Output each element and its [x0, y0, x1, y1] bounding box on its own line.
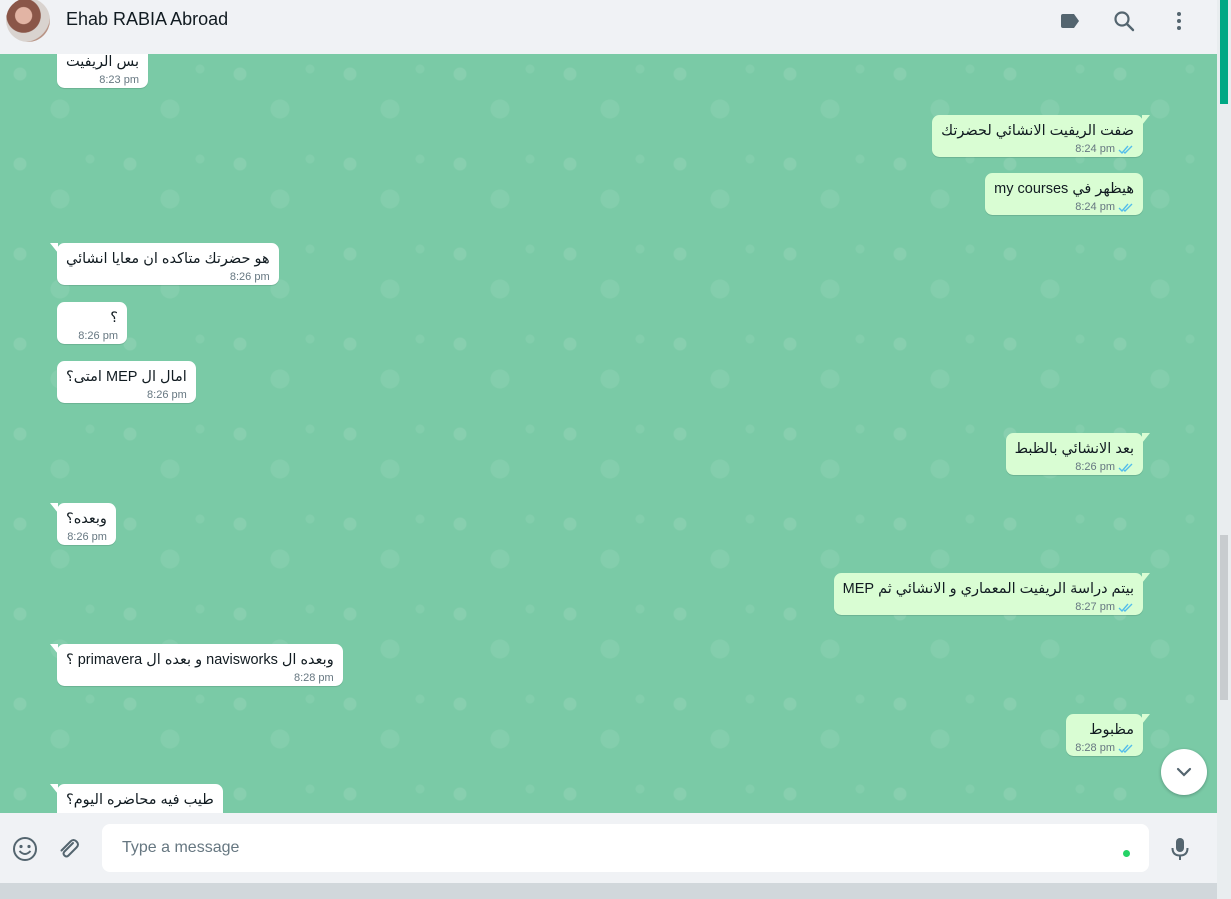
double-check-icon [1118, 603, 1133, 612]
message-time: 8:24 pm [1075, 143, 1115, 155]
message-bubble[interactable]: ؟ 8:26 pm [57, 302, 127, 344]
window-bottom-edge [0, 883, 1217, 899]
message-time: 8:26 pm [78, 330, 118, 342]
scrollbar-thumb[interactable] [1220, 0, 1228, 104]
message-time: 8:26 pm [67, 531, 107, 543]
message-time: 8:23 pm [99, 74, 139, 86]
double-check-icon [1118, 463, 1133, 472]
message-bubble[interactable]: بيتم دراسة الريفيت المعماري و الانشائي ث… [833, 573, 1150, 615]
message-text: هيظهر في my courses [994, 181, 1134, 197]
message-bubble[interactable]: بعد الانشائي بالظبط 8:26 pm [1005, 433, 1150, 475]
message-input[interactable] [102, 824, 1149, 872]
message-text: هو حضرتك متاكده ان معايا انشائي [66, 251, 270, 267]
message-text: ؟ [110, 310, 118, 326]
message-time: 8:27 pm [1075, 601, 1115, 613]
attach-icon[interactable] [55, 835, 83, 863]
message-text: بعد الانشائي بالظبط [1014, 441, 1134, 457]
scrollbar[interactable] [1217, 0, 1231, 899]
message-bubble[interactable]: هو حضرتك متاكده ان معايا انشائي 8:26 pm [50, 243, 279, 285]
message-text: بيتم دراسة الريفيت المعماري و الانشائي ث… [842, 581, 1134, 597]
message-bubble[interactable]: ضفت الريفيت الانشائي لحضرتك 8:24 pm [932, 115, 1150, 157]
menu-icon[interactable] [1166, 8, 1192, 34]
message-text: بس الريفيت [66, 54, 139, 70]
contact-name[interactable]: Ehab RABIA Abroad [66, 9, 228, 30]
message-text: امال ال MEP امتى؟ [66, 369, 187, 385]
message-time: 8:26 pm [147, 389, 187, 401]
message-text: وبعده ال navisworks و بعده ال primavera … [66, 652, 334, 668]
contact-avatar[interactable] [6, 0, 50, 42]
message-time: 8:26 pm [1075, 461, 1115, 473]
message-time: 8:28 pm [293, 672, 334, 684]
scrollbar-track-segment[interactable] [1220, 535, 1228, 700]
message-bubble[interactable]: بس الريفيت 8:23 pm [57, 54, 148, 88]
message-text: وبعده؟ [66, 511, 107, 527]
composer [0, 813, 1217, 883]
message-bubble[interactable]: مظبوط 8:28 pm [1066, 714, 1150, 756]
double-check-icon [1118, 145, 1133, 154]
message-bubble[interactable]: وبعده ال navisworks و بعده ال primavera … [50, 644, 343, 686]
message-bubble[interactable]: امال ال MEP امتى؟ 8:26 pm [57, 361, 196, 403]
message-bubble[interactable]: هيظهر في my courses 8:24 pm [985, 173, 1143, 215]
message-text: ضفت الريفيت الانشائي لحضرتك [941, 123, 1134, 139]
double-check-icon [1118, 203, 1133, 212]
microphone-icon[interactable] [1166, 835, 1194, 863]
message-time: 8:26 pm [229, 271, 270, 283]
message-list[interactable]: بس الريفيت 8:23 pm ضفت الريفيت الانشائي … [0, 54, 1217, 813]
emoji-icon[interactable] [11, 835, 39, 863]
double-check-icon [1118, 744, 1133, 753]
message-text: طيب فيه محاضره اليوم؟ [66, 792, 214, 808]
message-time: 8:28 pm [1075, 742, 1115, 754]
message-text: مظبوط [1089, 722, 1134, 738]
label-icon[interactable] [1057, 8, 1083, 34]
search-icon[interactable] [1111, 8, 1137, 34]
scroll-down-button[interactable] [1161, 749, 1207, 795]
status-dot [1123, 850, 1130, 857]
chevron-down-icon [1176, 767, 1192, 777]
chat-header: Ehab RABIA Abroad [0, 0, 1217, 54]
message-time: 8:24 pm [1075, 201, 1115, 213]
message-bubble[interactable]: طيب فيه محاضره اليوم؟ [50, 784, 223, 813]
message-bubble[interactable]: وبعده؟ 8:26 pm [50, 503, 116, 545]
